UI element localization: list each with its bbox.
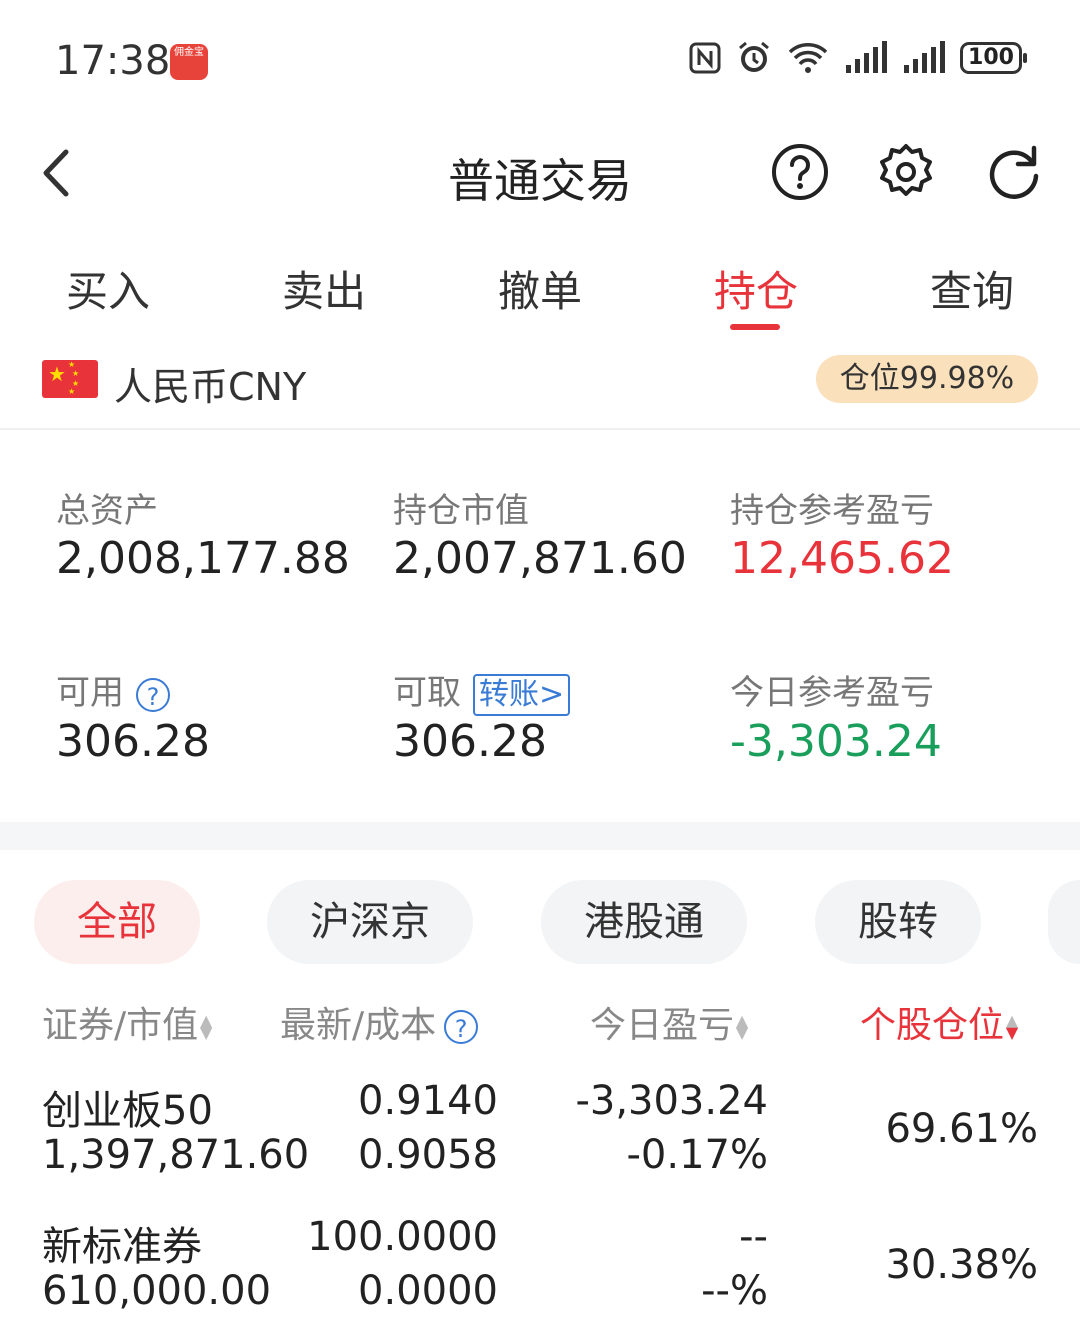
withdrawable-row: 可取 转账> (393, 665, 571, 716)
help-icon[interactable]: ? (136, 677, 170, 712)
hold-pnl-value: 12,465.62 (730, 533, 954, 584)
withdrawable-value: 306.28 (393, 716, 547, 767)
col-today-pnl-label: 今日盈亏 (590, 1005, 735, 1046)
available-label: 可用 (56, 673, 124, 713)
col-price: 最新/成本? (280, 996, 479, 1048)
today-pnl-pct: -0.17% (626, 1132, 768, 1178)
position-weight: 69.61% (885, 1106, 1038, 1152)
security-market-value: 1,397,871.60 (42, 1132, 310, 1178)
refresh-icon[interactable] (984, 142, 1044, 202)
alarm-icon (739, 41, 769, 72)
signal-icon (904, 41, 945, 73)
help-icon[interactable] (770, 142, 830, 202)
today-pnl-value: -3,303.24 (730, 716, 942, 767)
sort-icon: ▲ ▼ (735, 1011, 749, 1042)
latest-price: 0.9140 (358, 1078, 498, 1124)
available-value: 306.28 (56, 716, 210, 767)
security-market-value: 610,000.00 (42, 1268, 272, 1314)
today-pnl: -3,303.24 (575, 1078, 768, 1124)
app-badge-icon: 佣金宝 (170, 44, 208, 80)
tab-holdings[interactable]: 持仓 (648, 258, 864, 319)
table-row[interactable]: 新标准券 610,000.00 100.0000 0.0000 -- --% 3… (0, 1206, 1080, 1326)
filter-sh-sz-bj[interactable]: 沪深京 (267, 880, 473, 964)
status-time: 17:38 (55, 38, 171, 84)
sort-icon: ▲ ▼ (1005, 1011, 1019, 1042)
col-weight-label: 个股仓位 (860, 1005, 1005, 1046)
app-badge-label: 佣金宝 (174, 47, 204, 58)
active-tab-indicator (730, 324, 780, 330)
battery-icon: 100 (960, 42, 1027, 74)
position-ratio-badge: 仓位99.98% (816, 355, 1038, 403)
col-weight[interactable]: 个股仓位 ▲ ▼ (860, 996, 1020, 1048)
position-weight: 30.38% (885, 1242, 1038, 1288)
filter-more[interactable] (1048, 880, 1080, 964)
filter-all[interactable]: 全部 (34, 880, 200, 964)
latest-price: 100.0000 (307, 1214, 498, 1260)
col-price-label: 最新/成本 (280, 1005, 437, 1046)
hold-pnl-label: 持仓参考盈亏 (730, 491, 934, 531)
tab-cancel[interactable]: 撤单 (432, 258, 648, 319)
market-value-value: 2,007,871.60 (393, 533, 687, 584)
settings-icon[interactable] (876, 142, 936, 202)
today-pnl-pct: --% (701, 1268, 768, 1314)
col-security[interactable]: 证券/市值 ▲ ▼ (42, 996, 214, 1048)
total-assets-value: 2,008,177.88 (56, 533, 350, 584)
table-row[interactable]: 创业板50 1,397,871.60 0.9140 0.9058 -3,303.… (0, 1070, 1080, 1190)
filter-neeq[interactable]: 股转 (815, 880, 981, 964)
divider (0, 428, 1080, 430)
col-security-label: 证券/市值 (42, 1005, 199, 1046)
sort-icon: ▲ ▼ (199, 1011, 213, 1042)
signal-icon (846, 41, 887, 73)
nfc-icon (689, 42, 721, 74)
tab-query[interactable]: 查询 (864, 258, 1080, 319)
today-pnl-label: 今日参考盈亏 (730, 673, 934, 713)
security-name: 新标准券 (42, 1224, 202, 1270)
filter-hk-connect[interactable]: 港股通 (541, 880, 747, 964)
today-pnl: -- (739, 1214, 768, 1260)
market-value-label: 持仓市值 (393, 491, 529, 531)
tab-buy[interactable]: 买入 (0, 258, 216, 319)
cost-price: 0.0000 (358, 1268, 498, 1314)
wifi-icon (788, 43, 828, 73)
section-separator (0, 822, 1080, 850)
withdrawable-label: 可取 (393, 673, 461, 713)
col-today-pnl[interactable]: 今日盈亏 ▲ ▼ (590, 996, 750, 1048)
available-row: 可用? (56, 665, 170, 714)
china-flag-icon: ★ ★ ★ ★ ★ (42, 360, 98, 398)
security-name: 创业板50 (42, 1088, 213, 1134)
total-assets-label: 总资产 (56, 491, 158, 531)
cost-price: 0.9058 (358, 1132, 498, 1178)
status-icons: 100 (688, 40, 1027, 76)
tab-sell[interactable]: 卖出 (216, 258, 432, 319)
currency-selector[interactable]: 人民币CNY (114, 356, 306, 411)
transfer-button[interactable]: 转账> (473, 673, 571, 716)
help-icon[interactable]: ? (444, 1010, 479, 1044)
